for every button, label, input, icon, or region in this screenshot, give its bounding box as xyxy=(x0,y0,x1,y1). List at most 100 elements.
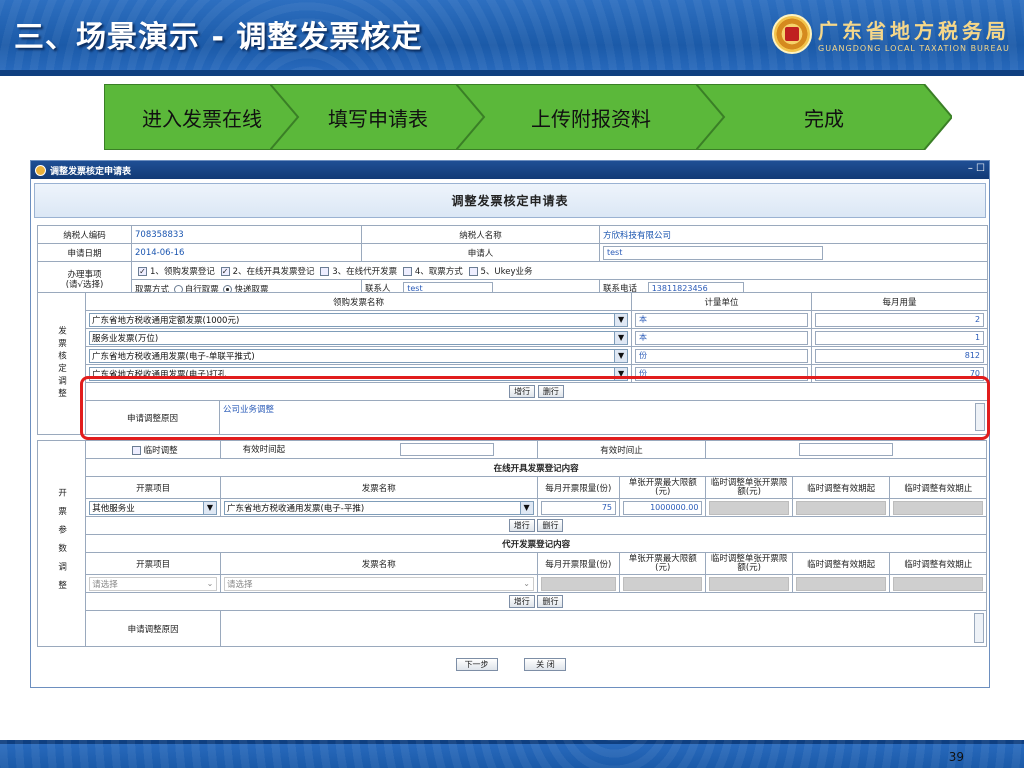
online-col-monthly: 每月开票限量(份) xyxy=(536,476,621,499)
proxy-temp-from-input[interactable] xyxy=(795,576,887,591)
next-step-button[interactable]: 下一步 xyxy=(455,658,498,671)
online-temp-from-input[interactable] xyxy=(795,500,887,515)
proxy-add-row-button[interactable]: 增行 xyxy=(508,595,535,608)
proxy-col-temp-max: 临时调整单张开票限额(元) xyxy=(705,552,793,575)
matters-options: ✓ 1、领购发票登记 ✓ 2、在线开具发票登记 3、在线代开发票 4、取票方式 5、… xyxy=(130,261,989,280)
checkbox-proxy-issue[interactable] xyxy=(320,266,330,276)
checkbox-purchase[interactable]: ✓ xyxy=(138,266,147,276)
slide-title: 三、场景演示 - 调整发票核定 xyxy=(14,20,423,55)
proxy-col-max: 单张开票最大限额(元) xyxy=(618,552,707,575)
logo-english-name: GUANGDONG LOCAL TAXATION BUREAU xyxy=(818,44,1010,53)
proxy-temp-to-input[interactable] xyxy=(893,576,983,591)
monthly-1[interactable]: 2 xyxy=(815,312,985,327)
app-icon xyxy=(35,164,46,176)
close-button[interactable]: 关 闭 xyxy=(524,658,567,671)
valid-to-label: 有效时间止 xyxy=(536,440,707,459)
taxpayer-id-value: 708358833 xyxy=(131,225,362,244)
billing-reason-label: 申请调整原因 xyxy=(85,610,221,647)
form-actions: 下一步 关 闭 xyxy=(31,658,991,671)
slide-header: 三、场景演示 - 调整发票核定 广东省地方税务局 GUANGDONG LOCAL… xyxy=(0,0,1024,76)
online-invoice-select[interactable]: 广东省地方税收通用发票(电子-平推) ▼ xyxy=(223,500,534,515)
valid-to-input[interactable] xyxy=(799,443,894,456)
billing-reason-field[interactable] xyxy=(219,610,988,647)
online-col-item: 开票项目 xyxy=(85,476,221,499)
online-monthly-input[interactable]: 75 xyxy=(540,500,616,515)
billing-section: 开票参数调整 临时调整 有效时间起 有效时间止 在线开具发票登记内容 开票项目 … xyxy=(36,440,988,647)
temp-adjust-checkbox[interactable] xyxy=(131,445,141,455)
proxy-delete-row-button[interactable]: 删行 xyxy=(537,595,564,608)
col-invoice-name: 领购发票名称 xyxy=(84,292,633,311)
chevron-down-icon: ▼ xyxy=(614,313,628,326)
monthly-3[interactable]: 812 xyxy=(815,348,985,363)
valid-from-cell: 有效时间起 xyxy=(219,440,538,459)
chevron-down-icon: ▼ xyxy=(202,501,216,514)
unit-3[interactable]: 份 xyxy=(635,348,809,363)
invoice-select-1[interactable]: 广东省地方税收通用定额发票(1000元) ▼ xyxy=(89,312,629,327)
taxpayer-name-label: 纳税人名称 xyxy=(361,225,600,244)
window-titlebar: 调整发票核定申请表 xyxy=(31,161,989,179)
step-4-label: 完成 xyxy=(804,106,844,131)
temp-adjust-cell: 临时调整 xyxy=(85,440,221,459)
proxy-col-item: 开票项目 xyxy=(85,552,221,575)
online-col-max: 单张开票最大限额(元) xyxy=(618,476,707,499)
online-temp-to-input[interactable] xyxy=(893,500,983,515)
proxy-temp-max-input[interactable] xyxy=(709,576,789,591)
applicant-label: 申请人 xyxy=(361,243,600,262)
chevron-down-icon: ▼ xyxy=(519,501,533,514)
step-3: 上传附报资料 xyxy=(456,84,726,150)
unit-1[interactable]: 本 xyxy=(635,312,809,327)
bureau-logo: 广东省地方税务局 GUANGDONG LOCAL TAXATION BUREAU xyxy=(772,14,1010,54)
online-col-temp-to: 临时调整有效期止 xyxy=(889,476,987,499)
applicant-input[interactable]: test xyxy=(603,245,823,260)
proxy-col-temp-from: 临时调整有效期起 xyxy=(791,552,891,575)
step-2: 填写申请表 xyxy=(270,84,486,150)
scrollbar[interactable] xyxy=(974,613,984,643)
online-col-invoice: 发票名称 xyxy=(219,476,538,499)
col-unit: 计量单位 xyxy=(631,292,813,311)
proxy-max-input[interactable] xyxy=(623,576,703,591)
step-3-label: 上传附报资料 xyxy=(531,106,651,131)
window-title: 调整发票核定申请表 xyxy=(50,166,132,177)
online-delete-row-button[interactable]: 删行 xyxy=(537,519,564,532)
chevron-down-icon: ⌄ xyxy=(202,577,216,590)
checkbox-pickup[interactable] xyxy=(402,266,412,276)
online-item-select[interactable]: 其他服务业 ▼ xyxy=(89,500,217,515)
online-col-temp-from: 临时调整有效期起 xyxy=(791,476,891,499)
invoice-select-2[interactable]: 服务业发票(万位) ▼ xyxy=(89,330,629,345)
proxy-col-temp-to: 临时调整有效期止 xyxy=(889,552,987,575)
slide-footer xyxy=(0,740,1024,768)
apply-date-value: 2014-06-16 xyxy=(131,243,362,262)
billing-side-label: 开票参数调整 xyxy=(36,440,87,647)
page-number: 39 xyxy=(948,750,964,764)
checkbox-online-issue[interactable]: ✓ xyxy=(220,266,230,276)
highlight-box xyxy=(80,376,990,440)
invoice-select-3[interactable]: 广东省地方税收通用发票(电子-单联平推式) ▼ xyxy=(89,348,629,363)
checkbox-ukey[interactable] xyxy=(468,266,478,276)
proxy-section-title: 代开发票登记内容 xyxy=(85,534,987,553)
unit-2[interactable]: 本 xyxy=(635,330,809,345)
taxpayer-table: 纳税人编码 708358833 纳税人名称 方欣科技有限公司 申请日期 2014… xyxy=(37,225,988,262)
valid-from-input[interactable] xyxy=(399,443,494,456)
proxy-col-monthly: 每月开票限量(份) xyxy=(536,552,621,575)
proxy-item-select[interactable]: 请选择 ⌄ xyxy=(89,576,217,591)
proxy-invoice-select[interactable]: 请选择 ⌄ xyxy=(223,576,534,591)
step-1-label: 进入发票在线 xyxy=(142,106,262,131)
online-add-row-button[interactable]: 增行 xyxy=(508,519,535,532)
adjust-side-label: 发票核定调整 xyxy=(37,292,86,435)
chevron-down-icon: ⌄ xyxy=(519,577,533,590)
window-controls[interactable]: – ☐ xyxy=(968,163,985,174)
step-2-label: 填写申请表 xyxy=(328,106,428,131)
online-temp-max-input[interactable] xyxy=(709,500,789,515)
form-title: 调整发票核定申请表 xyxy=(34,183,986,218)
logo-chinese-name: 广东省地方税务局 xyxy=(818,19,1010,43)
process-steps: 进入发票在线 填写申请表 上传附报资料 完成 xyxy=(104,84,954,150)
online-max-input[interactable]: 1000000.00 xyxy=(623,500,703,515)
chevron-down-icon: ▼ xyxy=(614,331,628,344)
proxy-monthly-input[interactable] xyxy=(540,576,616,591)
emblem-icon xyxy=(772,14,812,54)
taxpayer-name-value: 方欣科技有限公司 xyxy=(599,225,988,244)
apply-date-label: 申请日期 xyxy=(37,243,132,262)
online-col-temp-max: 临时调整单张开票限额(元) xyxy=(705,476,793,499)
monthly-2[interactable]: 1 xyxy=(815,330,985,345)
col-monthly: 每月用量 xyxy=(811,292,989,311)
